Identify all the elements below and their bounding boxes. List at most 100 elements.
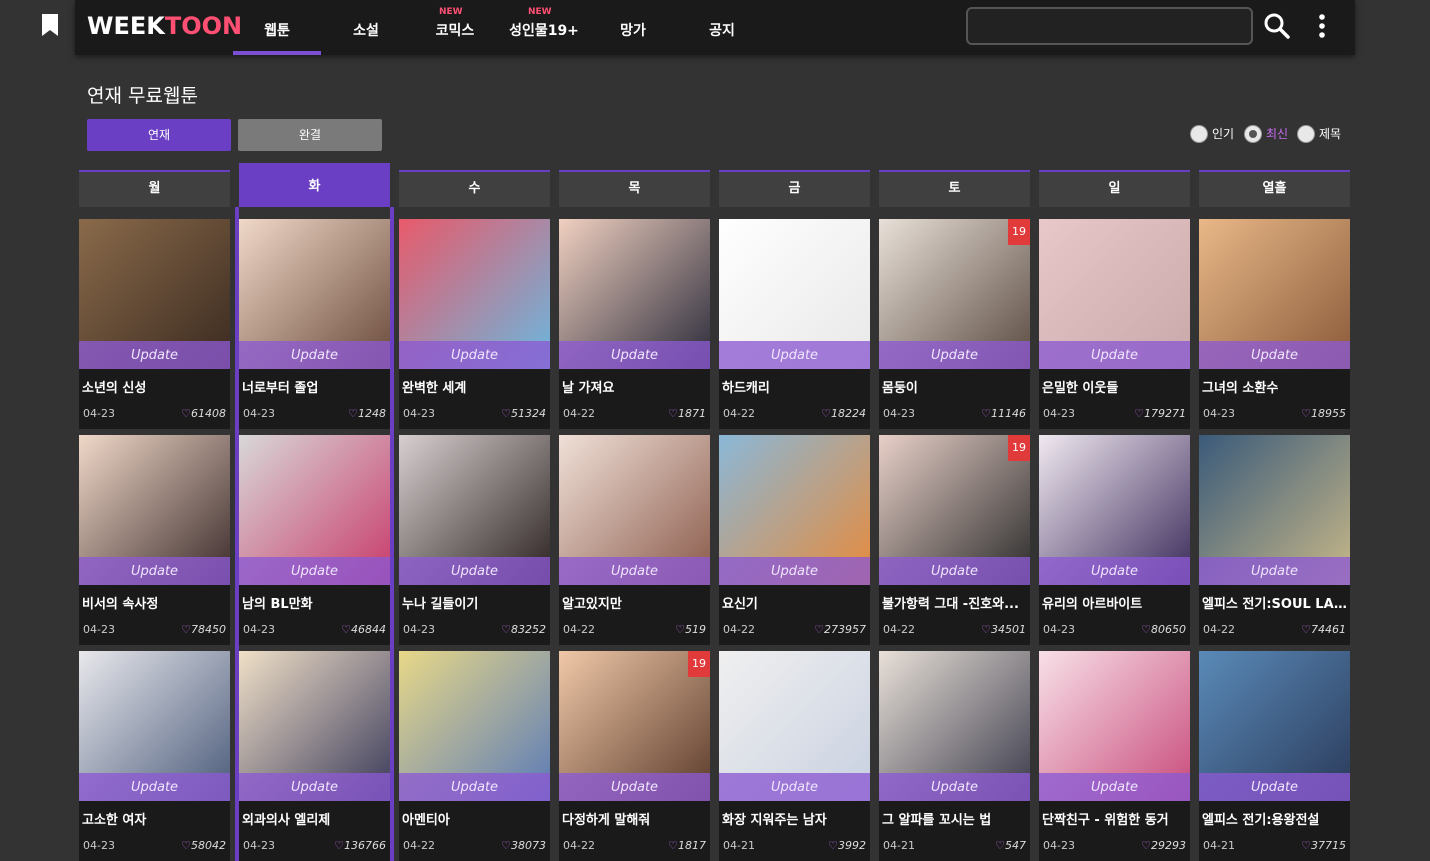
webtoon-card[interactable]: Update 완벽한 세계 04-23 ♡51324 [399,219,550,429]
day-tab-3[interactable]: 목 [559,170,710,207]
webtoon-title[interactable]: 엘피스 전기:용왕전설 [1202,809,1348,828]
webtoon-card[interactable]: Update 19 몸둥이 04-23 ♡11146 [879,219,1030,429]
webtoon-thumbnail[interactable]: Update [1039,435,1190,585]
webtoon-thumbnail[interactable]: Update 19 [559,651,710,801]
webtoon-thumbnail[interactable]: Update [559,219,710,369]
webtoon-thumbnail[interactable]: Update [559,435,710,585]
webtoon-title[interactable]: 유리의 아르바이트 [1042,593,1188,612]
webtoon-thumbnail[interactable]: Update [719,219,870,369]
webtoon-thumbnail[interactable]: Update [879,651,1030,801]
heart-icon: ♡ [668,839,678,852]
webtoon-title[interactable]: 다정하게 말해줘 [562,809,708,828]
webtoon-card[interactable]: Update 알고있지만 04-22 ♡519 [559,435,710,645]
webtoon-title[interactable]: 너로부터 졸업 [242,377,388,396]
webtoon-thumbnail[interactable]: Update [239,219,390,369]
webtoon-title[interactable]: 아멘티아 [402,809,548,828]
webtoon-title[interactable]: 엘피스 전기:SOUL LA... [1202,593,1348,612]
webtoon-card[interactable]: Update 비서의 속사정 04-23 ♡78450 [79,435,230,645]
webtoon-thumbnail[interactable]: Update [239,435,390,585]
card-info: 엘피스 전기:SOUL LA... 04-22 ♡74461 [1199,585,1350,645]
webtoon-thumbnail[interactable]: Update [399,651,550,801]
card-info: 알고있지만 04-22 ♡519 [559,585,710,645]
day-tab-1[interactable]: 화 [239,163,390,207]
webtoon-title[interactable]: 알고있지만 [562,593,708,612]
webtoon-card[interactable]: Update 소년의 신성 04-23 ♡61408 [79,219,230,429]
webtoon-thumbnail[interactable]: Update [79,219,230,369]
webtoon-card[interactable]: Update 요신기 04-22 ♡273957 [719,435,870,645]
search-input[interactable] [966,7,1253,45]
webtoon-card[interactable]: Update 외과의사 엘리제 04-23 ♡136766 [239,651,390,861]
webtoon-title[interactable]: 단짝친구 - 위험한 동거 [1042,809,1188,828]
nav-item-2[interactable]: NEW 코믹스 [411,0,499,55]
webtoon-title[interactable]: 완벽한 세계 [402,377,548,396]
webtoon-title[interactable]: 그 알파를 꼬시는 법 [882,809,1028,828]
webtoon-title[interactable]: 소년의 신성 [82,377,228,396]
webtoon-thumbnail[interactable]: Update [1199,219,1350,369]
webtoon-title[interactable]: 남의 BL만화 [242,593,388,612]
day-tab-6[interactable]: 일 [1039,170,1190,207]
webtoon-thumbnail[interactable]: Update [719,435,870,585]
webtoon-card[interactable]: Update 화장 지워주는 남자 04-21 ♡3992 [719,651,870,861]
webtoon-thumbnail[interactable]: Update [1039,219,1190,369]
webtoon-thumbnail[interactable]: Update 19 [879,219,1030,369]
webtoon-card[interactable]: Update 19 불가항력 그대 -진호와... 04-22 ♡34501 [879,435,1030,645]
serial-button[interactable]: 연재 [87,119,231,151]
card-info: 단짝친구 - 위험한 동거 04-23 ♡29293 [1039,801,1190,861]
search-icon[interactable] [1263,12,1291,40]
day-tab-0[interactable]: 월 [79,170,230,207]
webtoon-title[interactable]: 불가항력 그대 -진호와... [882,593,1028,612]
webtoon-thumbnail[interactable]: Update [1039,651,1190,801]
webtoon-title[interactable]: 외과의사 엘리제 [242,809,388,828]
webtoon-title[interactable]: 하드캐리 [722,377,868,396]
webtoon-card[interactable]: Update 누나 길들이기 04-23 ♡83252 [399,435,550,645]
webtoon-thumbnail[interactable]: Update [719,651,870,801]
webtoon-card[interactable]: Update 그 알파를 꼬시는 법 04-21 ♡547 [879,651,1030,861]
nav-item-5[interactable]: 공지 [678,0,766,55]
webtoon-title[interactable]: 은밀한 이웃들 [1042,377,1188,396]
webtoon-thumbnail[interactable]: Update [399,219,550,369]
webtoon-card[interactable]: Update 엘피스 전기:용왕전설 04-21 ♡37715 [1199,651,1350,861]
webtoon-thumbnail[interactable]: Update 19 [879,435,1030,585]
webtoon-title[interactable]: 몸둥이 [882,377,1028,396]
nav-item-3[interactable]: NEW 성인물19+ [500,0,588,55]
day-tab-5[interactable]: 토 [879,170,1030,207]
card-info: 비서의 속사정 04-23 ♡78450 [79,585,230,645]
more-menu-icon[interactable] [1315,13,1329,41]
webtoon-thumbnail[interactable]: Update [1199,435,1350,585]
completed-button[interactable]: 완결 [238,119,382,151]
day-tab-4[interactable]: 금 [719,170,870,207]
webtoon-thumbnail[interactable]: Update [239,651,390,801]
webtoon-thumbnail[interactable]: Update [79,435,230,585]
webtoon-card[interactable]: Update 은밀한 이웃들 04-23 ♡179271 [1039,219,1190,429]
like-count: ♡11146 [981,407,1026,420]
webtoon-card[interactable]: Update 아멘티아 04-22 ♡38073 [399,651,550,861]
webtoon-title[interactable]: 화장 지워주는 남자 [722,809,868,828]
webtoon-title[interactable]: 요신기 [722,593,868,612]
day-tab-7[interactable]: 열흘 [1199,170,1350,207]
webtoon-card[interactable]: Update 엘피스 전기:SOUL LA... 04-22 ♡74461 [1199,435,1350,645]
nav-item-1[interactable]: 소설 [322,0,410,55]
webtoon-thumbnail[interactable]: Update [79,651,230,801]
nav-item-4[interactable]: 망가 [589,0,677,55]
webtoon-card[interactable]: Update 날 가져요 04-22 ♡1871 [559,219,710,429]
webtoon-card[interactable]: Update 고소한 여자 04-23 ♡58042 [79,651,230,861]
webtoon-card[interactable]: Update 그녀의 소환수 04-23 ♡18955 [1199,219,1350,429]
webtoon-title[interactable]: 고소한 여자 [82,809,228,828]
webtoon-card[interactable]: Update 너로부터 졸업 04-23 ♡1248 [239,219,390,429]
webtoon-card[interactable]: Update 유리의 아르바이트 04-23 ♡80650 [1039,435,1190,645]
card-info: 날 가져요 04-22 ♡1871 [559,369,710,429]
webtoon-thumbnail[interactable]: Update [1199,651,1350,801]
site-logo[interactable]: WEEKTOON [87,12,242,40]
bookmark-icon[interactable] [40,14,60,38]
webtoon-card[interactable]: Update 하드캐리 04-22 ♡18224 [719,219,870,429]
nav-item-0[interactable]: 웹툰 [233,0,321,55]
webtoon-title[interactable]: 누나 길들이기 [402,593,548,612]
webtoon-card[interactable]: Update 남의 BL만화 04-23 ♡46844 [239,435,390,645]
webtoon-card[interactable]: Update 19 다정하게 말해줘 04-22 ♡1817 [559,651,710,861]
webtoon-thumbnail[interactable]: Update [399,435,550,585]
day-tab-2[interactable]: 수 [399,170,550,207]
webtoon-title[interactable]: 그녀의 소환수 [1202,377,1348,396]
webtoon-card[interactable]: Update 단짝친구 - 위험한 동거 04-23 ♡29293 [1039,651,1190,861]
webtoon-title[interactable]: 날 가져요 [562,377,708,396]
webtoon-title[interactable]: 비서의 속사정 [82,593,228,612]
